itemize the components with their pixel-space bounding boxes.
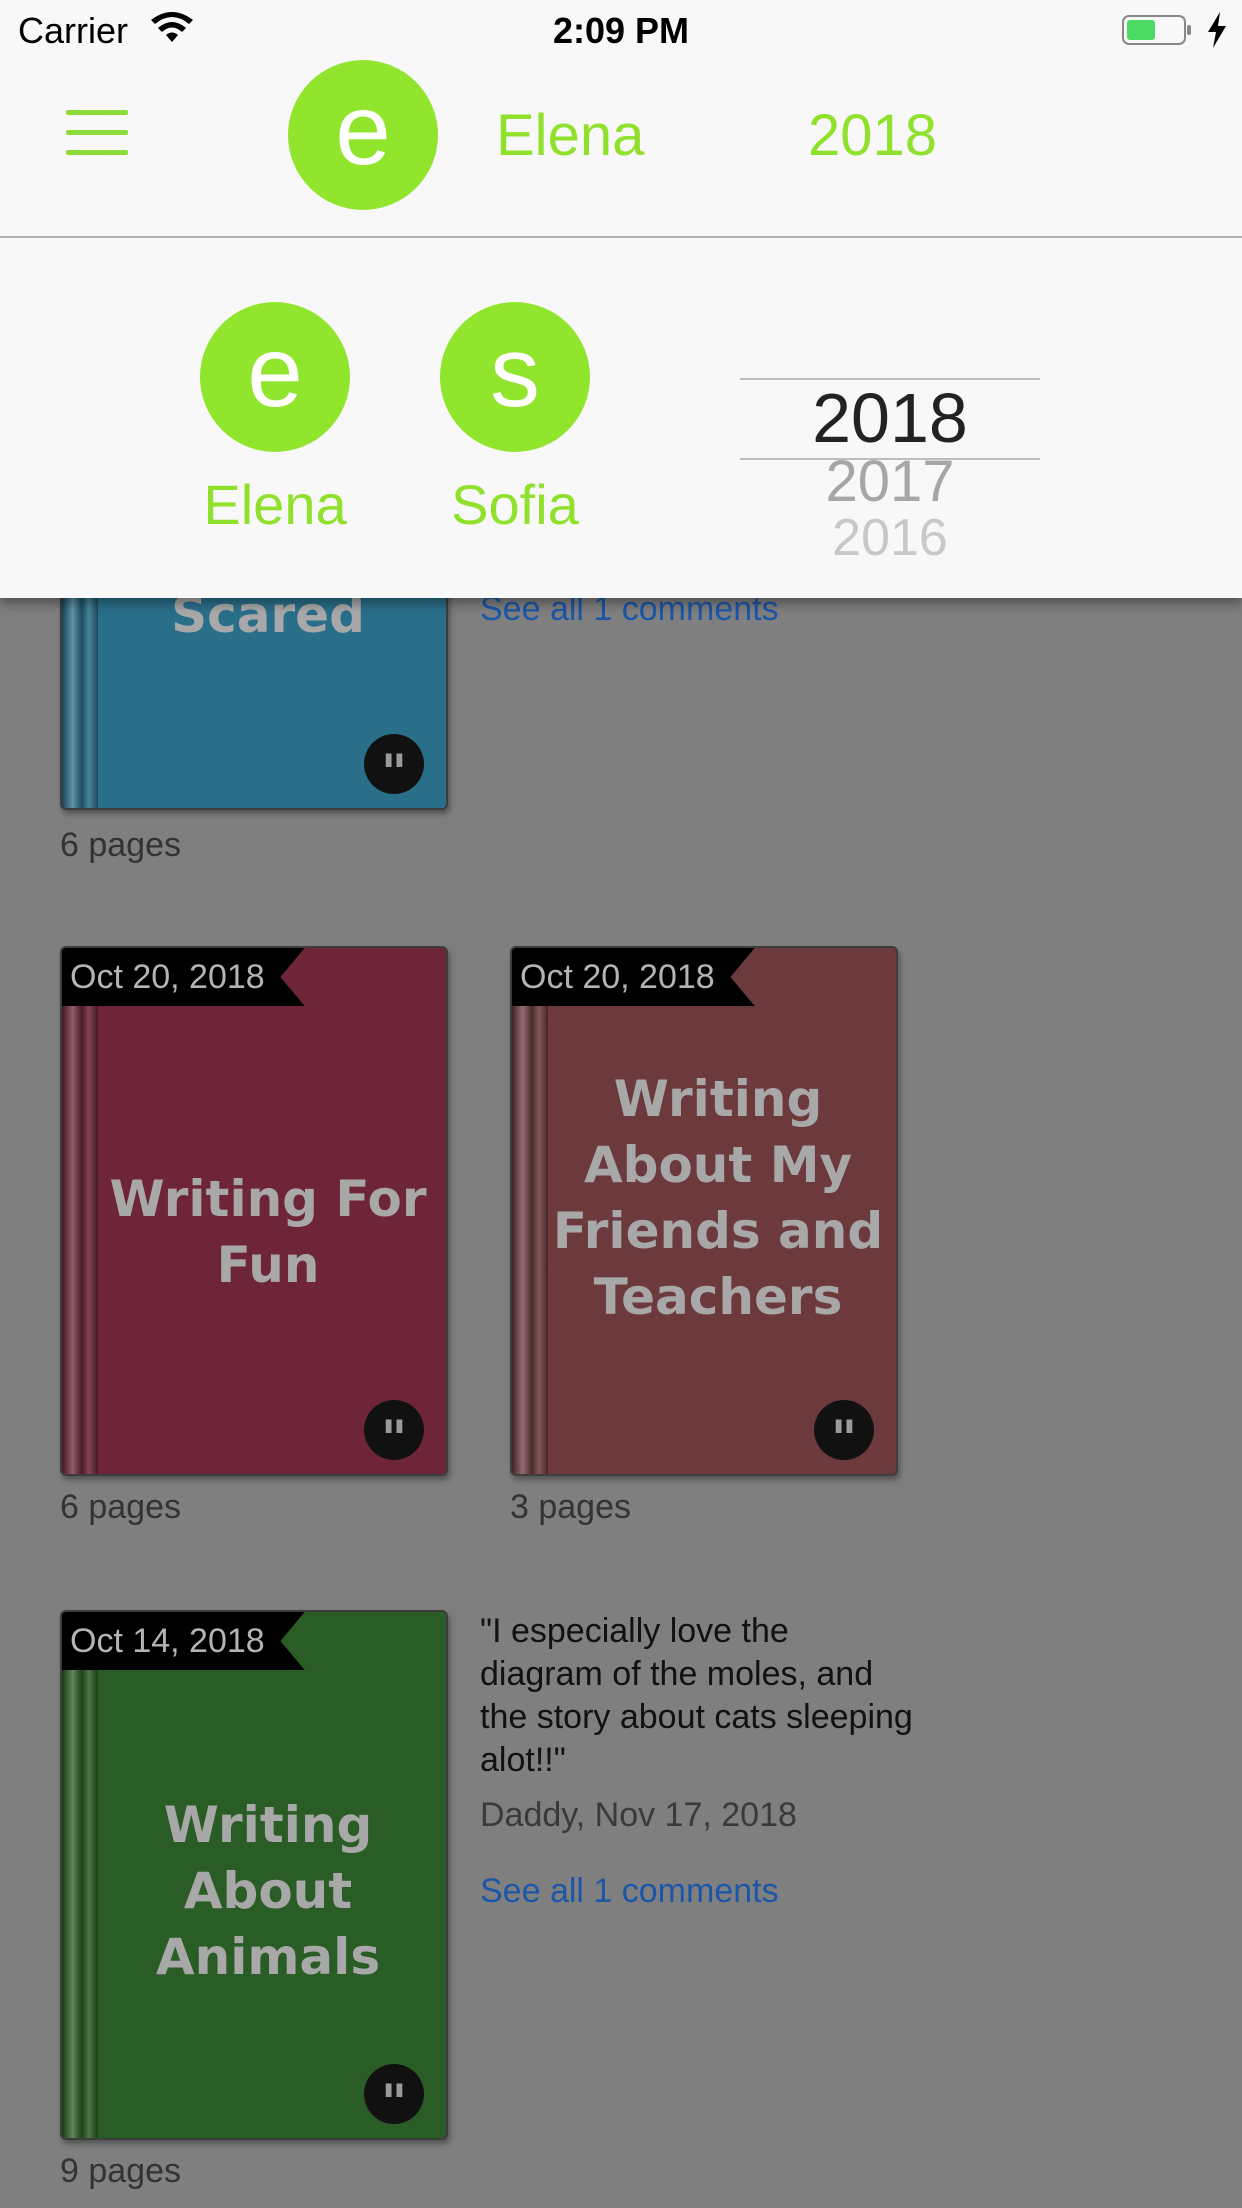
quote-icon[interactable]: " — [364, 1400, 424, 1468]
book-title: Writing For Fun — [109, 1170, 427, 1294]
charging-icon — [1208, 12, 1226, 48]
year-picker[interactable]: 2018 2017 2016 — [740, 378, 1040, 558]
child-option-elena[interactable]: e Elena — [185, 302, 365, 537]
quote-icon[interactable]: " — [814, 1400, 874, 1468]
book-card-writing-about-animals[interactable]: Oct 14, 2018 Writing About Animals " — [60, 1610, 448, 2140]
status-bar: Carrier 2:09 PM — [0, 0, 1242, 60]
avatar: e — [200, 302, 350, 452]
avatar: s — [440, 302, 590, 452]
hamburger-icon[interactable] — [66, 110, 128, 160]
date-ribbon: Oct 20, 2018 — [512, 948, 755, 1006]
book-title: Writing About Animals — [155, 1796, 381, 1986]
child-option-sofia[interactable]: s Sofia — [425, 302, 605, 537]
current-child-name[interactable]: Elena — [496, 102, 644, 169]
see-all-comments-link[interactable]: See all 1 comments — [480, 1872, 779, 1911]
page-count: 6 pages — [60, 826, 181, 864]
current-year[interactable]: 2018 — [808, 102, 937, 169]
quote-icon[interactable]: " — [364, 2064, 424, 2132]
page-count: 9 pages — [60, 2152, 181, 2190]
child-year-selector-panel: e Elena s Sofia 2018 2017 2016 — [0, 238, 1242, 598]
book-title: Writing About My Friends and Teachers — [552, 1070, 884, 1326]
page-count: 3 pages — [510, 1488, 631, 1526]
date-ribbon: Oct 20, 2018 — [62, 948, 305, 1006]
child-name: Sofia — [451, 473, 579, 536]
battery-icon — [1122, 15, 1191, 45]
quote-icon[interactable]: " — [364, 734, 424, 802]
date-ribbon: Oct 14, 2018 — [62, 1612, 305, 1670]
current-child-avatar[interactable]: e — [288, 60, 438, 210]
child-name: Elena — [203, 473, 347, 536]
clock: 2:09 PM — [552, 10, 690, 51]
book-card-friends-and-teachers[interactable]: Oct 20, 2018 Writing About My Friends an… — [510, 946, 898, 1476]
year-option-selected[interactable]: 2018 — [740, 378, 1040, 458]
page-count: 6 pages — [60, 1488, 181, 1526]
app-header: e Elena 2018 — [0, 60, 1242, 238]
comment-author-date: Daddy, Nov 17, 2018 — [480, 1796, 797, 1834]
comment-text: "I especially love the diagram of the mo… — [480, 1612, 913, 1779]
year-option[interactable]: 2017 — [740, 448, 1040, 515]
book-card-writing-for-fun[interactable]: Oct 20, 2018 Writing For Fun " — [60, 946, 448, 1476]
year-option[interactable]: 2016 — [740, 508, 1040, 558]
